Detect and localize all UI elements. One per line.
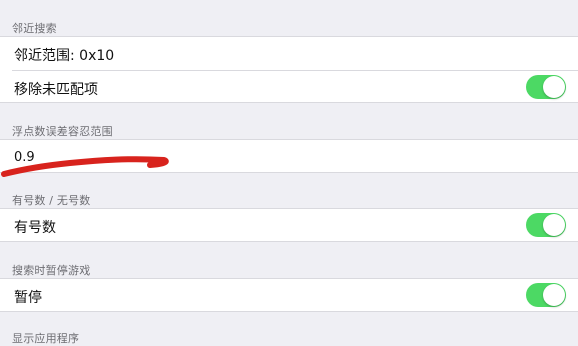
float-tolerance-group <box>0 139 578 173</box>
row-divider <box>12 70 578 71</box>
float-tolerance-input[interactable] <box>14 148 554 166</box>
toggle-knob <box>543 214 565 236</box>
signed-toggle[interactable] <box>526 213 566 237</box>
signed-group: 有号数 <box>0 208 578 242</box>
neighbor-range-row[interactable]: 邻近范围: 0x10 <box>14 45 114 65</box>
toggle-knob <box>543 76 565 98</box>
signed-label: 有号数 <box>14 220 56 236</box>
settings-screen: 邻近搜索 邻近范围: 0x10 移除未匹配项 浮点数误差容忍范围 有号数 / 无… <box>0 0 578 345</box>
pause-game-group: 暂停 <box>0 278 578 312</box>
section-header-signed: 有号数 / 无号数 <box>12 194 91 207</box>
remove-unmatched-label: 移除未匹配项 <box>14 82 98 98</box>
section-header-pause-game: 搜索时暂停游戏 <box>12 264 91 277</box>
pause-toggle[interactable] <box>526 283 566 307</box>
section-header-show-apps: 显示应用程序 <box>12 332 80 345</box>
section-header-float-tolerance: 浮点数误差容忍范围 <box>12 125 113 138</box>
pause-label: 暂停 <box>14 290 42 306</box>
toggle-knob <box>543 284 565 306</box>
remove-unmatched-toggle[interactable] <box>526 75 566 99</box>
neighbor-search-group: 邻近范围: 0x10 移除未匹配项 <box>0 36 578 103</box>
section-header-neighbor-search: 邻近搜索 <box>12 22 57 35</box>
